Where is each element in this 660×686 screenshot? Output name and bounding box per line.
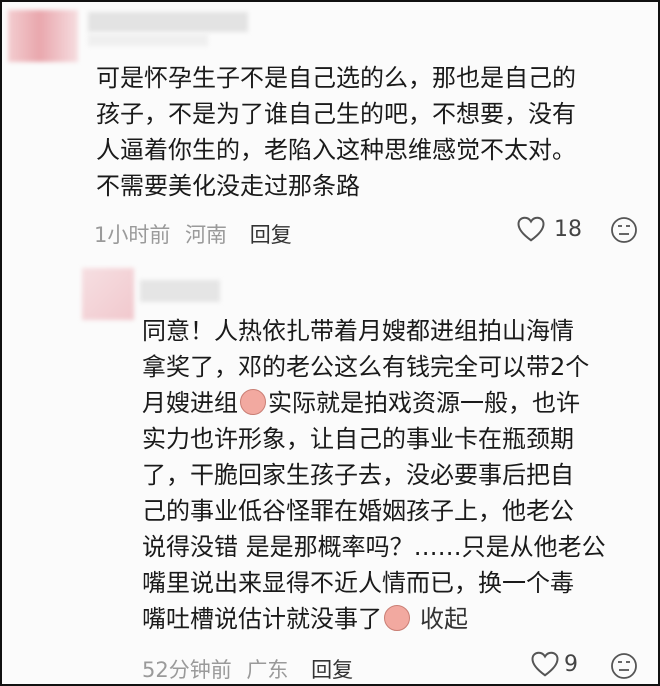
comment-line: 己的事业低谷怪罪在婚姻孩子上，他老公 [142, 497, 574, 525]
comment-line: 可是怀孕生子不是自己选的么，那也是自己的 [96, 64, 576, 92]
like-button[interactable]: 9 [530, 650, 588, 684]
comment-meta: 1小时前 河南 回复 [94, 219, 292, 249]
timestamp: 52分钟前 [142, 658, 232, 682]
sticker-icon [240, 389, 266, 415]
username-sub [88, 34, 208, 46]
comment-line: 同意！人热依扎带着月嫂都进组拍山海情 [142, 317, 574, 345]
comment-text: 可是怀孕生子不是自己选的么，那也是自己的 孩子，不是为了谁自己生的吧，不想要，没… [96, 60, 636, 204]
comment-segment: 月嫂进组 [142, 389, 238, 417]
reply-button[interactable]: 回复 [250, 223, 292, 247]
heart-icon [531, 651, 559, 677]
comment-line: 嘴里说出来显得不近人情而已，换一个毒 [142, 569, 574, 597]
comment-line: 孩子，不是为了谁自己生的吧，不想要，没有 [96, 100, 576, 128]
username[interactable] [140, 280, 220, 302]
crying-emoji-icon [384, 605, 410, 631]
comment-text: 同意！人热依扎带着月嫂都进组拍山海情 拿奖了，邓的老公这么有钱完全可以带2个 月… [142, 313, 652, 637]
username[interactable] [88, 12, 248, 32]
like-button[interactable]: 18 [516, 215, 590, 249]
avatar[interactable] [8, 10, 78, 62]
comment-segment: 实际就是拍戏资源一般，也许 [268, 389, 580, 417]
location: 广东 [246, 658, 289, 682]
timestamp: 1小时前 [94, 223, 171, 247]
heart-icon [517, 216, 545, 242]
reply-button[interactable]: 回复 [311, 658, 353, 682]
location: 河南 [185, 223, 228, 247]
comment-line: 月嫂进组 实际就是拍戏资源一般，也许 [142, 385, 652, 421]
comment-line: 人逼着你生的，老陷入这种思维感觉不太对。 [96, 136, 576, 164]
emoji-reaction-icon[interactable] [610, 652, 638, 680]
avatar[interactable] [82, 268, 134, 320]
comment-meta: 52分钟前 广东 回复 [142, 654, 353, 684]
comment-line: 说得没错 是是那概率吗？……只是从他老公 [142, 533, 606, 561]
comment-line: 拿奖了，邓的老公这么有钱完全可以带2个 [142, 353, 590, 381]
like-count: 9 [564, 652, 578, 677]
comment-segment: 嘴吐槽说估计就没事了 [142, 605, 382, 633]
collapse-button[interactable]: 收起 [420, 605, 468, 633]
emoji-reaction-icon[interactable] [610, 216, 638, 244]
like-count: 18 [554, 217, 582, 242]
comment-line: 了，干脆回家生孩子去，没必要事后把自 [142, 461, 574, 489]
comment-panel: 可是怀孕生子不是自己选的么，那也是自己的 孩子，不是为了谁自己生的吧，不想要，没… [0, 0, 660, 686]
comment-line: 嘴吐槽说估计就没事了 收起 [142, 601, 652, 637]
comment-line: 实力也许形象，让自己的事业卡在瓶颈期 [142, 425, 574, 453]
comment-line: 不需要美化没走过那条路 [96, 172, 360, 200]
